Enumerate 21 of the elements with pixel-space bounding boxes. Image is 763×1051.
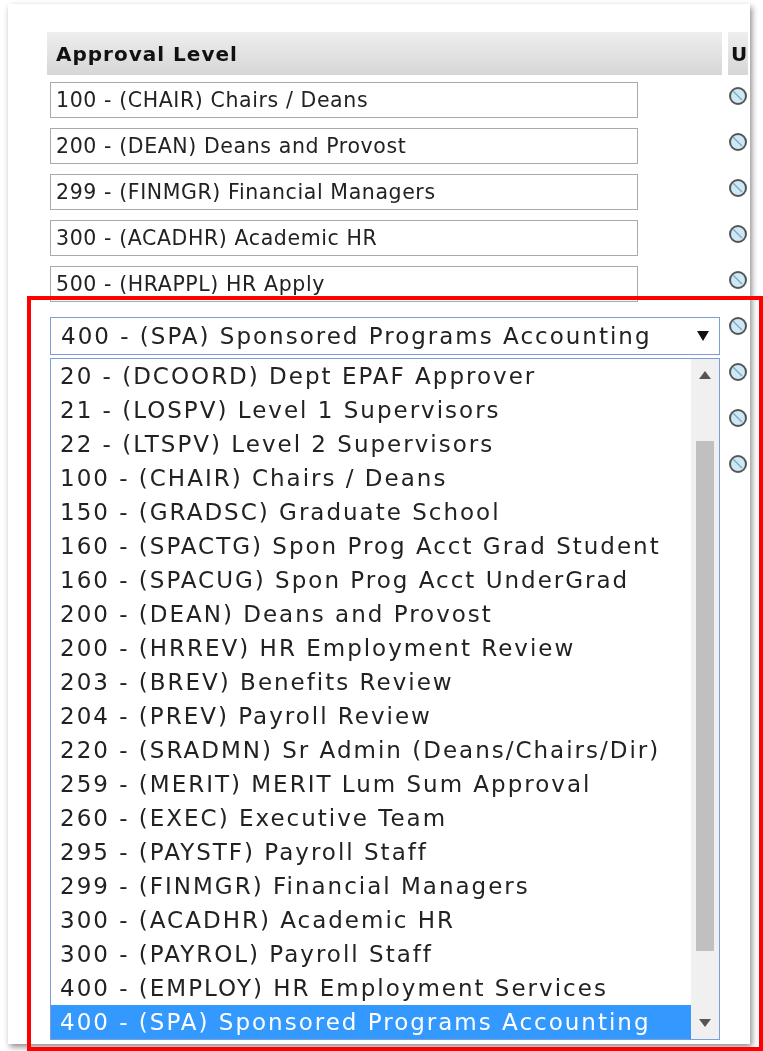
search-icon[interactable] [728, 316, 750, 338]
approval-level-field[interactable]: 100 - (CHAIR) Chairs / Deans [50, 82, 638, 118]
search-icon[interactable] [728, 224, 750, 246]
scrollbar[interactable] [691, 359, 719, 1039]
scrollbar-thumb[interactable] [696, 441, 714, 951]
search-icon[interactable] [728, 86, 750, 108]
search-icon[interactable] [728, 362, 750, 384]
column-header: U [728, 32, 748, 75]
approval-level-dropdown[interactable]: 400 - (SPA) Sponsored Programs Accounting [50, 317, 720, 355]
search-icon[interactable] [728, 132, 750, 154]
scroll-up-icon[interactable] [699, 371, 711, 379]
column-header: Approval Level [47, 32, 722, 75]
caret-icon [697, 331, 709, 341]
scroll-down-icon[interactable] [699, 1019, 711, 1027]
search-icon[interactable] [728, 454, 750, 476]
search-icon[interactable] [728, 408, 750, 430]
search-icon[interactable] [728, 270, 750, 292]
search-icon[interactable] [728, 178, 750, 200]
approval-level-field[interactable]: 300 - (ACADHR) Academic HR [50, 220, 638, 256]
approval-level-field[interactable]: 299 - (FINMGR) Financial Managers [50, 174, 638, 210]
approval-level-field[interactable]: 200 - (DEAN) Deans and Provost [50, 128, 638, 164]
